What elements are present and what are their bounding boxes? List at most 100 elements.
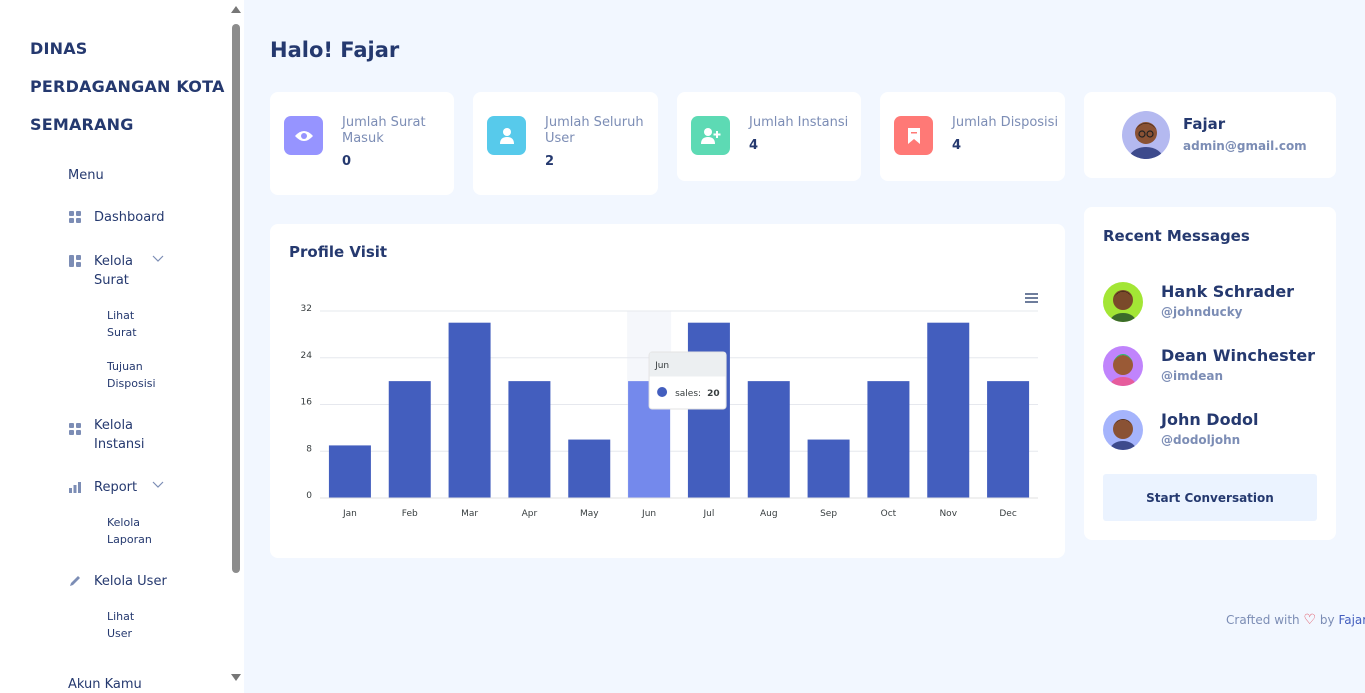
- message-sender-handle: @johnducky: [1161, 305, 1243, 319]
- stat-value: 4: [749, 138, 759, 153]
- avatar: [1122, 111, 1170, 159]
- footer-author-link[interactable]: Fajar: [1338, 613, 1365, 627]
- sidebar-subitem-lihat-user[interactable]: Lihat User: [107, 608, 134, 642]
- bookmark-icon: [907, 127, 920, 144]
- scroll-down-arrow-icon[interactable]: [231, 674, 241, 681]
- start-conversation-button[interactable]: Start Conversation: [1103, 474, 1317, 521]
- sidebar-item-akun-kamu[interactable]: Akun Kamu: [68, 677, 142, 692]
- pencil-icon: [70, 576, 80, 586]
- chevron-down-icon[interactable]: [152, 255, 164, 263]
- sidebar-item-label: Kelola Instansi: [94, 416, 145, 454]
- stat-icon-box: [487, 116, 526, 155]
- bar: [568, 439, 611, 498]
- sidebar: DINAS PERDAGANGAN KOTA SEMARANG Menu Das…: [0, 0, 244, 693]
- x-tick-label: Dec: [999, 509, 1016, 519]
- x-tick-label: Feb: [402, 509, 418, 519]
- tooltip-title: Jun: [654, 361, 669, 371]
- avatar: [1103, 410, 1143, 450]
- message-sender-name[interactable]: Dean Winchester: [1161, 346, 1315, 365]
- avatar-illustration: [1110, 419, 1136, 450]
- footer: Crafted with ♡ by Fajar: [1226, 612, 1365, 628]
- x-tick-label: Jul: [702, 509, 714, 519]
- stat-label: Jumlah Surat Masuk: [342, 115, 426, 146]
- eye-icon: [294, 130, 313, 141]
- sidebar-item-kelola-surat[interactable]: Kelola Surat: [68, 252, 164, 290]
- grid-icon: [69, 423, 81, 435]
- label-line: Laporan: [107, 533, 152, 546]
- stat-card-instansi: Jumlah Instansi 4: [677, 92, 861, 181]
- recent-messages-title: Recent Messages: [1103, 227, 1250, 245]
- message-sender-name[interactable]: Hank Schrader: [1161, 282, 1294, 301]
- sidebar-item-label: Kelola Surat: [94, 252, 133, 290]
- y-tick-label: 24: [301, 351, 313, 361]
- scrollbar-thumb[interactable]: [232, 24, 240, 573]
- stat-icon-box: [894, 116, 933, 155]
- label-line: Lihat: [107, 610, 135, 623]
- label-line: Lihat: [107, 309, 135, 322]
- profile-card[interactable]: Fajar admin@gmail.com: [1084, 92, 1336, 178]
- label-line: Kelola: [107, 516, 141, 529]
- label-line: Surat: [94, 273, 129, 288]
- stat-label: Jumlah Instansi: [749, 115, 849, 130]
- grid-icon: [69, 211, 81, 223]
- x-tick-label: Jan: [342, 509, 357, 519]
- menu-title: Menu: [68, 168, 104, 183]
- x-tick-label: May: [580, 509, 599, 519]
- sidebar-item-kelola-user[interactable]: Kelola User: [68, 572, 167, 591]
- user-plus-icon: [700, 127, 720, 144]
- bar: [747, 381, 790, 498]
- x-tick-label: Nov: [939, 509, 957, 519]
- avatar: [1103, 346, 1143, 386]
- sidebar-item-dashboard[interactable]: Dashboard: [68, 208, 165, 227]
- x-tick-label: Mar: [461, 509, 478, 519]
- x-tick-label: Oct: [881, 509, 897, 519]
- bar-chart: 0 8 16 24 32 Jan Feb Mar Apr May Jun Jul Aug Sep Oct No…: [301, 304, 1038, 519]
- x-tick-label: Aug: [760, 509, 778, 519]
- bar: [388, 381, 431, 498]
- bar: [807, 439, 850, 498]
- sidebar-item-label: Kelola User: [94, 574, 167, 589]
- label-line: User: [107, 627, 133, 640]
- label-line: Disposisi: [107, 377, 156, 390]
- label-line: Kelola: [94, 418, 134, 433]
- sidebar-subitem-lihat-surat[interactable]: Lihat Surat: [107, 307, 137, 341]
- brand-line: DINAS: [30, 39, 88, 58]
- y-tick-label: 16: [301, 398, 313, 408]
- label-line: Surat: [107, 326, 137, 339]
- bar-chart-icon: [69, 482, 81, 493]
- tooltip-marker: [657, 387, 668, 397]
- brand-line: PERDAGANGAN KOTA: [30, 77, 225, 96]
- sidebar-item-kelola-instansi[interactable]: Kelola Instansi: [68, 416, 145, 454]
- profile-visit-card: Profile Visit 0 8 16 24 32 Jan Feb Mar Apr May Jun…: [270, 224, 1065, 558]
- x-tick-label: Apr: [522, 509, 538, 519]
- avatar-illustration: [1122, 111, 1170, 159]
- x-tick-label: Jun: [641, 509, 656, 519]
- label-line: Tujuan: [107, 360, 143, 373]
- y-tick-label: 0: [306, 491, 312, 501]
- tooltip-value: 20: [707, 389, 720, 399]
- message-sender-handle: @dodoljohn: [1161, 433, 1241, 447]
- message-sender-name[interactable]: John Dodol: [1161, 410, 1259, 429]
- chevron-down-icon[interactable]: [152, 481, 164, 489]
- y-tick-label: 32: [301, 304, 312, 314]
- scroll-up-arrow-icon[interactable]: [231, 6, 241, 13]
- tooltip-label: sales:: [675, 389, 701, 399]
- stat-value: 4: [952, 138, 962, 153]
- stat-card-seluruh-user: Jumlah Seluruh User 2: [473, 92, 658, 195]
- stat-icon-box: [691, 116, 730, 155]
- layout-icon: [69, 255, 81, 267]
- stat-value: 0: [342, 154, 352, 169]
- recent-messages-card: Recent Messages Hank Schrader @johnducky…: [1084, 207, 1336, 540]
- brand-line: SEMARANG: [30, 115, 134, 134]
- stat-card-surat-masuk: Jumlah Surat Masuk 0: [270, 92, 454, 195]
- avatar: [1103, 282, 1143, 322]
- sidebar-item-report[interactable]: Report: [68, 478, 164, 497]
- footer-text: Crafted with: [1226, 613, 1300, 627]
- sidebar-item-label: Report: [94, 480, 138, 495]
- sidebar-subitem-kelola-laporan[interactable]: Kelola Laporan: [107, 514, 152, 548]
- stat-value: 2: [545, 154, 555, 169]
- bar: [927, 322, 970, 498]
- sidebar-subitem-tujuan-disposisi[interactable]: Tujuan Disposisi: [107, 358, 156, 392]
- brand-title: DINAS PERDAGANGAN KOTA SEMARANG: [30, 30, 225, 144]
- bar: [987, 381, 1030, 498]
